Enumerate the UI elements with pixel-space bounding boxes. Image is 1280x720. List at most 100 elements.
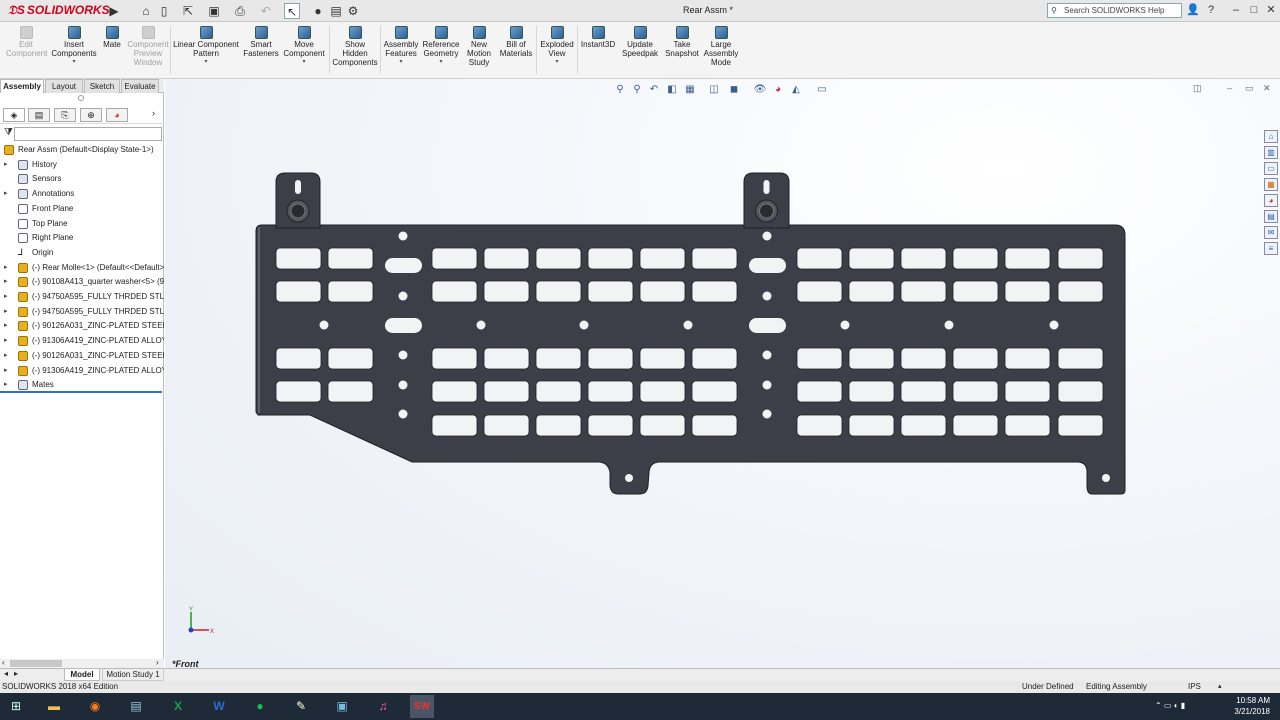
insert-components-button[interactable]: Insert Components ▾	[50, 24, 98, 67]
help-icon[interactable]: ?	[1203, 2, 1219, 18]
edit-component-button[interactable]: Edit Component	[6, 24, 47, 58]
rollback-bar[interactable]	[0, 391, 162, 393]
new-motion-study-button[interactable]: New Motion Study	[463, 24, 495, 67]
tree-item[interactable]: ▸ (-) 94750A595_FULLY THRDED STL T-	[0, 290, 164, 304]
tree-item[interactable]: ▸ Annotations	[0, 187, 164, 201]
restore-icon[interactable]: □	[1246, 2, 1262, 18]
expand-arrow-icon[interactable]: ▸	[4, 290, 8, 304]
dropdown-arrow-icon[interactable]: ▾	[50, 58, 98, 67]
tree-horizontal-scrollbar[interactable]: ‹ ›	[0, 658, 164, 668]
scrollbar-thumb[interactable]	[10, 660, 62, 667]
dropdown-arrow-icon[interactable]: ▾	[421, 58, 461, 67]
property-manager-tab-icon[interactable]: ▤	[28, 108, 50, 122]
dropdown-arrow-icon[interactable]: ▾	[172, 58, 240, 67]
tree-item[interactable]: ⅃ Origin	[0, 246, 164, 260]
tree-item[interactable]: ▸ (-) 90126A031_ZINC-PLATED STEEL SA	[0, 349, 164, 363]
system-tray-icons[interactable]: ⌃ ▭ ◐ ▮	[1155, 701, 1185, 710]
tab-motion-study[interactable]: Motion Study 1	[102, 669, 164, 681]
tree-item[interactable]: Rear Assm (Default<Display State-1>)	[0, 143, 164, 157]
tree-item[interactable]: ▸ (-) 91306A419_ZINC-PLATED ALLOY S	[0, 334, 164, 348]
mate-button[interactable]: Mate	[100, 24, 124, 49]
reference-geometry-button[interactable]: Reference Geometry ▾	[421, 24, 461, 67]
search-help-input[interactable]: ⚲ Search SOLIDWORKS Help	[1047, 3, 1182, 18]
tree-item[interactable]: ▸ (-) Rear Molle<1> (Default<<Default>	[0, 261, 164, 275]
tree-item[interactable]: Top Plane	[0, 217, 164, 231]
tree-filter-input[interactable]	[14, 127, 162, 141]
tab-model[interactable]: Model	[64, 669, 100, 681]
excel-icon[interactable]: X	[166, 695, 190, 718]
expand-arrow-icon[interactable]: ▸	[4, 275, 8, 289]
scroll-right-icon[interactable]: ›	[156, 658, 159, 667]
display-manager-tab-icon[interactable]: ◕	[106, 108, 128, 122]
itunes-icon[interactable]: ♫	[371, 695, 395, 718]
remote-desktop-icon[interactable]: ▣	[330, 695, 354, 718]
tree-item[interactable]: Front Plane	[0, 202, 164, 216]
smart-fasteners-button[interactable]: Smart Fasteners	[242, 24, 280, 58]
tree-item[interactable]: Sensors	[0, 172, 164, 186]
expand-arrow-icon[interactable]: ▸	[4, 334, 8, 348]
move-component-button[interactable]: Move Component ▾	[282, 24, 326, 67]
user-icon[interactable]: 👤	[1185, 2, 1201, 18]
solidworks-resources-icon[interactable]: ⌂	[1264, 130, 1278, 143]
units-selector[interactable]: IPS	[1188, 681, 1201, 693]
bolt-head[interactable]	[759, 203, 774, 219]
show-hidden-components-button[interactable]: Show Hidden Components	[332, 24, 378, 67]
tree-item[interactable]: ▸ (-) 90108A413_quarter washer<5> (90	[0, 275, 164, 289]
tab-evaluate[interactable]: Evaluate	[121, 79, 159, 93]
paint-icon[interactable]: ✎	[289, 695, 313, 718]
dropdown-arrow-icon[interactable]: ▾	[538, 58, 576, 67]
file-explorer-icon[interactable]: ▭	[1264, 162, 1278, 175]
notepad-icon[interactable]: ▤	[124, 695, 148, 718]
design-library-icon[interactable]: ▥	[1264, 146, 1278, 159]
bolt-head[interactable]	[290, 203, 306, 219]
scroll-left-icon[interactable]: ‹	[2, 658, 5, 667]
close-icon[interactable]: ✕	[1263, 2, 1279, 18]
expand-arrow-icon[interactable]: ▸	[4, 364, 8, 378]
expand-arrow-icon[interactable]: ▸	[4, 261, 8, 275]
3d-interconnect-icon[interactable]: ≡	[1264, 242, 1278, 255]
tab-sketch[interactable]: Sketch	[84, 79, 120, 93]
firefox-icon[interactable]: ◉	[83, 695, 107, 718]
expand-arrow-icon[interactable]: ▸	[4, 305, 8, 319]
expand-arrow-icon[interactable]: ▸	[4, 187, 8, 201]
linear-component-pattern-button[interactable]: Linear Component Pattern ▾	[172, 24, 240, 67]
panel-handle-icon[interactable]	[78, 95, 84, 101]
large-assembly-mode-button[interactable]: Large Assembly Mode	[703, 24, 739, 67]
file-explorer-taskbar-icon[interactable]: ▬	[42, 695, 66, 718]
tabs-scroll-left-icon[interactable]: ◂	[4, 669, 8, 678]
tree-item[interactable]: ▸ (-) 91306A419_ZINC-PLATED ALLOY S	[0, 364, 164, 378]
instant3d-button[interactable]: Instant3D	[579, 24, 617, 49]
assembly-features-button[interactable]: Assembly Features ▾	[383, 24, 419, 67]
tab-assembly[interactable]: Assembly	[0, 79, 44, 93]
exploded-view-button[interactable]: Exploded View ▾	[538, 24, 576, 67]
spotify-icon[interactable]: ●	[248, 695, 272, 718]
minimize-icon[interactable]: –	[1228, 2, 1244, 18]
units-arrow-icon[interactable]: ▴	[1218, 681, 1222, 693]
view-palette-icon[interactable]: ▦	[1264, 178, 1278, 191]
dropdown-arrow-icon[interactable]: ▾	[282, 58, 326, 67]
dimxpert-tab-icon[interactable]: ⊕	[80, 108, 102, 122]
tree-item[interactable]: Right Plane	[0, 231, 164, 245]
custom-properties-icon[interactable]: ▤	[1264, 210, 1278, 223]
tabs-scroll-right-icon[interactable]: ▸	[14, 669, 18, 678]
filter-icon[interactable]: ⧩	[4, 127, 13, 138]
tree-item[interactable]: ▸ History	[0, 158, 164, 172]
component-preview-window-button[interactable]: Component Preview Window	[126, 24, 170, 67]
expand-arrow-icon[interactable]: ▸	[4, 349, 8, 363]
bill-of-materials-button[interactable]: Bill of Materials	[498, 24, 534, 58]
expand-arrow-icon[interactable]: ▸	[4, 158, 8, 172]
word-icon[interactable]: W	[207, 695, 231, 718]
feature-manager-tab-icon[interactable]: ◈	[3, 108, 25, 122]
windows-start-icon[interactable]: ⊞	[4, 695, 28, 718]
graphics-area[interactable]: ⚲ ⚲ ↶ ◧ ▦ ◫ ◼ 👁 ◕ ◭ ▭ ◫ – ▭ ✕ Y X *Front	[165, 79, 1280, 669]
solidworks-taskbar-icon[interactable]: SW	[410, 695, 434, 718]
solidworks-forum-icon[interactable]: ✉	[1264, 226, 1278, 239]
tree-item[interactable]: ▸ (-) 90126A031_ZINC-PLATED STEEL SA	[0, 319, 164, 333]
tree-item[interactable]: ▸ (-) 94750A595_FULLY THRDED STL T-	[0, 305, 164, 319]
taskbar-clock[interactable]: 10:58 AM 3/21/2018	[1234, 695, 1270, 717]
expand-arrow-icon[interactable]: ▸	[4, 319, 8, 333]
configuration-manager-tab-icon[interactable]: ⎘	[54, 108, 76, 122]
panel-expand-arrow-icon[interactable]: ›	[152, 108, 155, 118]
plate-body[interactable]	[255, 172, 1126, 495]
take-snapshot-button[interactable]: Take Snapshot	[663, 24, 701, 58]
